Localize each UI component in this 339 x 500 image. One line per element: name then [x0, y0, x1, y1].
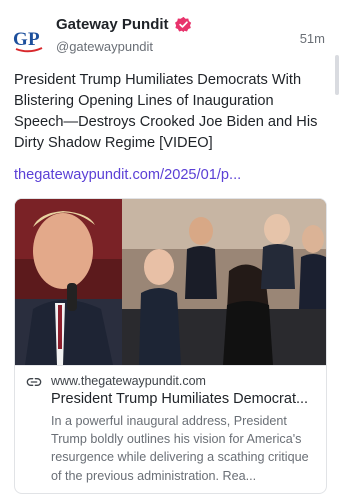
- card-image: [15, 199, 326, 365]
- link-icon: [26, 378, 42, 386]
- author-handle[interactable]: @gatewaypundit: [56, 39, 153, 54]
- card-domain: www.thegatewaypundit.com: [51, 374, 206, 388]
- svg-text:G: G: [13, 29, 28, 50]
- verified-badge-icon: [174, 16, 191, 33]
- link-preview-card[interactable]: www.thegatewaypundit.com President Trump…: [14, 198, 327, 494]
- avatar[interactable]: G P: [12, 22, 46, 56]
- author-name-row: Gateway Pundit: [56, 16, 192, 33]
- scrollbar[interactable]: [335, 55, 339, 95]
- post-timestamp[interactable]: 51m: [300, 31, 325, 46]
- post[interactable]: G P Gateway Pundit @gatewaypundit 51m Pr…: [0, 0, 339, 500]
- card-title[interactable]: President Trump Humiliates Democrat...: [51, 391, 319, 407]
- card-description: In a powerful inaugural address, Preside…: [51, 414, 309, 483]
- card-footer[interactable]: www.thegatewaypundit.com President Trump…: [15, 365, 326, 493]
- post-link[interactable]: thegatewaypundit.com/2025/01/p...: [14, 167, 314, 183]
- post-text: President Trump Humiliates Democrats Wit…: [14, 72, 318, 151]
- author-display-name[interactable]: Gateway Pundit: [56, 16, 169, 33]
- svg-text:P: P: [28, 29, 40, 50]
